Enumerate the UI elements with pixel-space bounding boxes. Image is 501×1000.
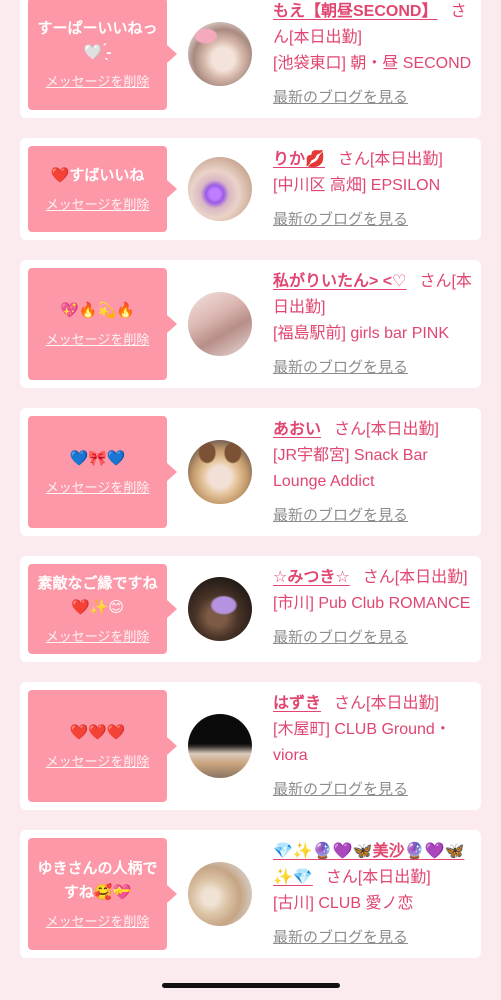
cast-info: あおい さん[本日出勤] [JR宇都宮] Snack Bar Lounge Add… [273, 416, 473, 528]
message-text: 💙🎀💙 [69, 450, 126, 467]
name-line: ☆みつき☆ さん[本日出勤] [273, 565, 473, 591]
message-card: すーぱーいいねっ🤍 ̖́- メッセージを削除 もえ【朝昼SECOND】 さん[本日… [20, 0, 481, 118]
delete-message-link[interactable]: メッセージを削除 [46, 73, 150, 91]
avatar[interactable] [188, 577, 252, 641]
cast-info: ☆みつき☆ さん[本日出勤] [市川] Pub Club ROMANCE 最新のブ… [273, 564, 473, 654]
message-bubble: すーぱーいいねっ🤍 ̖́- メッセージを削除 [28, 0, 177, 110]
message-card: ❤️すばいいね メッセージを削除 りか💋 さん[本日出勤] [中川区 高畑] EP… [20, 138, 481, 240]
avatar[interactable] [188, 862, 252, 926]
message-card: 💖🔥💫🔥 メッセージを削除 私がりいたん> <♡ さん[本日出勤] [福島駅前] … [20, 260, 481, 388]
cast-info: 💎✨🔮💜🦋美沙🔮💜🦋✨💎 さん[本日出勤] [古川] CLUB 愛ノ恋 最新のブロ… [273, 838, 473, 950]
attendance-status: さん[本日出勤] [337, 151, 443, 168]
attendance-status: さん[本日出勤] [334, 695, 439, 712]
shop-info: [市川] Pub Club ROMANCE [273, 595, 471, 612]
message-list[interactable]: すーぱーいいねっ🤍 ̖́- メッセージを削除 もえ【朝昼SECOND】 さん[本日… [20, 0, 481, 978]
shop-info: [福島駅前] girls bar PINK [273, 325, 450, 342]
avatar[interactable] [188, 292, 252, 356]
message-text: 💖🔥💫🔥 [60, 302, 135, 319]
latest-blog-link[interactable]: 最新のブログを見る [273, 208, 408, 232]
latest-blog-link[interactable]: 最新のブログを見る [273, 504, 408, 528]
attendance-status: さん[本日出勤] [362, 569, 468, 586]
delete-message-link[interactable]: メッセージを削除 [46, 628, 150, 646]
name-line: 💎✨🔮💜🦋美沙🔮💜🦋✨💎 さん[本日出勤] [273, 839, 473, 891]
avatar[interactable] [188, 714, 252, 778]
cast-name-link[interactable]: 私がりいたん> <♡ [273, 273, 406, 290]
message-bubble: ゆきさんの人柄ですね🥰💝 メッセージを削除 [28, 838, 177, 950]
shop-info: [中川区 高畑] EPSILON [273, 177, 441, 194]
name-line: あおい さん[本日出勤] [273, 417, 473, 443]
message-text: ゆきさんの人柄ですね🥰💝 [37, 860, 158, 901]
shop-info: [木屋町] CLUB Ground・viora [273, 721, 451, 764]
delete-message-link[interactable]: メッセージを削除 [46, 753, 150, 771]
cast-name-link[interactable]: あおい [273, 421, 321, 438]
cast-info: りか💋 さん[本日出勤] [中川区 高畑] EPSILON 最新のブログを見る [273, 146, 473, 232]
avatar[interactable] [188, 22, 252, 86]
latest-blog-link[interactable]: 最新のブログを見る [273, 356, 408, 380]
cast-name-link[interactable]: もえ【朝昼SECOND】 [273, 3, 437, 20]
delete-message-link[interactable]: メッセージを削除 [46, 913, 150, 931]
message-card: 💙🎀💙 メッセージを削除 あおい さん[本日出勤] [JR宇都宮] Snack B… [20, 408, 481, 536]
message-card: ゆきさんの人柄ですね🥰💝 メッセージを削除 💎✨🔮💜🦋美沙🔮💜🦋✨💎 さん[本日出… [20, 830, 481, 958]
latest-blog-link[interactable]: 最新のブログを見る [273, 778, 408, 802]
cast-info: もえ【朝昼SECOND】 さん[本日出勤] [池袋東口] 朝・昼 SECOND 最… [273, 0, 473, 110]
attendance-status: さん[本日出勤] [334, 421, 439, 438]
avatar[interactable] [188, 157, 252, 221]
message-bubble: ❤️すばいいね メッセージを削除 [28, 146, 177, 232]
name-line: 私がりいたん> <♡ さん[本日出勤] [273, 269, 473, 321]
message-card: ❤️❤️❤️ メッセージを削除 はずき さん[本日出勤] [木屋町] CLUB G… [20, 682, 481, 810]
attendance-status: さん[本日出勤] [325, 869, 431, 886]
message-list-screen: すーぱーいいねっ🤍 ̖́- メッセージを削除 もえ【朝昼SECOND】 さん[本日… [0, 0, 501, 1000]
shop-info: [JR宇都宮] Snack Bar Lounge Addict [273, 447, 428, 490]
latest-blog-link[interactable]: 最新のブログを見る [273, 626, 408, 650]
delete-message-link[interactable]: メッセージを削除 [46, 196, 150, 214]
cast-info: はずき さん[本日出勤] [木屋町] CLUB Ground・viora 最新のブ… [273, 690, 473, 802]
message-bubble: 素敵なご縁ですね❤️✨😊 メッセージを削除 [28, 564, 177, 654]
message-text: 素敵なご縁ですね❤️✨😊 [37, 575, 158, 616]
shop-info: [古川] CLUB 愛ノ恋 [273, 895, 414, 912]
message-bubble: ❤️❤️❤️ メッセージを削除 [28, 690, 177, 802]
message-bubble: 💖🔥💫🔥 メッセージを削除 [28, 268, 177, 380]
message-card: 素敵なご縁ですね❤️✨😊 メッセージを削除 ☆みつき☆ さん[本日出勤] [市川]… [20, 556, 481, 662]
message-text: ❤️❤️❤️ [69, 724, 126, 741]
cast-name-link[interactable]: りか💋 [273, 151, 325, 168]
delete-message-link[interactable]: メッセージを削除 [46, 479, 150, 497]
shop-info: [池袋東口] 朝・昼 SECOND [273, 55, 472, 72]
latest-blog-link[interactable]: 最新のブログを見る [273, 926, 408, 950]
name-line: もえ【朝昼SECOND】 さん[本日出勤] [273, 0, 473, 51]
home-indicator [162, 983, 340, 988]
name-line: はずき さん[本日出勤] [273, 691, 473, 717]
cast-name-link[interactable]: はずき [273, 695, 321, 712]
message-text: ❤️すばいいね [50, 167, 145, 184]
delete-message-link[interactable]: メッセージを削除 [46, 331, 150, 349]
latest-blog-link[interactable]: 最新のブログを見る [273, 86, 408, 110]
message-text: すーぱーいいねっ🤍 ̖́- [37, 20, 158, 61]
message-bubble: 💙🎀💙 メッセージを削除 [28, 416, 177, 528]
cast-info: 私がりいたん> <♡ さん[本日出勤] [福島駅前] girls bar PINK… [273, 268, 473, 380]
cast-name-link[interactable]: ☆みつき☆ [273, 569, 350, 586]
avatar[interactable] [188, 440, 252, 504]
name-line: りか💋 さん[本日出勤] [273, 147, 473, 173]
